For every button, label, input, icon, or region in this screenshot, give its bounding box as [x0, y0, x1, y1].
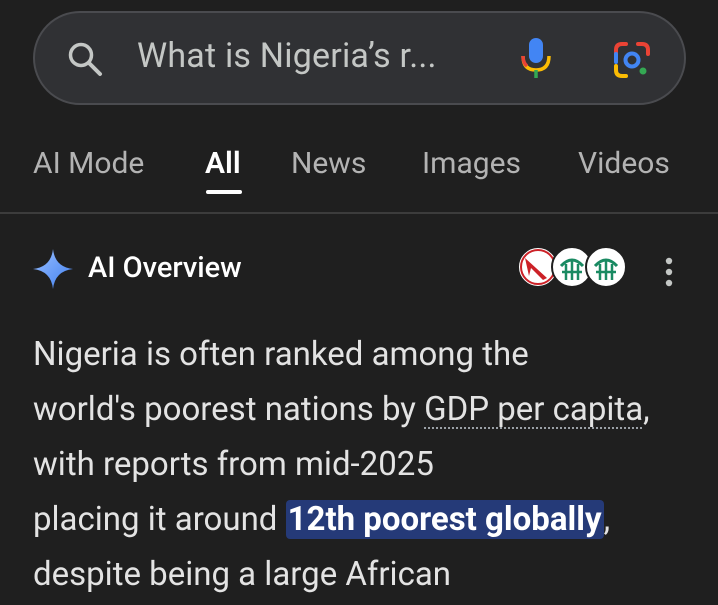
highlighted-text: 12th poorest globally [285, 500, 604, 539]
source-icons[interactable] [517, 246, 627, 288]
search-input[interactable]: What is Nigeria’s r... [137, 36, 437, 76]
ai-overview-title: AI Overview [88, 251, 242, 285]
google-lens-icon[interactable] [612, 40, 652, 80]
ai-overview-body: Nigeria is often ranked among the world'… [33, 327, 693, 602]
ai-overview-header: AI Overview [0, 240, 718, 300]
tabs-divider [0, 212, 718, 214]
active-tab-indicator [206, 190, 242, 194]
body-text: world's poorest nations by [33, 390, 425, 429]
body-text: Nigeria is often ranked among the [33, 335, 529, 374]
more-options-icon[interactable] [662, 257, 676, 287]
sparkle-icon [33, 249, 73, 289]
search-icon[interactable] [66, 40, 106, 80]
mic-icon[interactable] [518, 36, 554, 82]
search-tabs: AI Mode All News Images Videos [0, 140, 718, 212]
source-logo-green-globe[interactable] [585, 246, 627, 288]
tab-videos[interactable]: Videos [578, 146, 670, 181]
body-text: placing it around [33, 500, 286, 539]
tab-ai-mode[interactable]: AI Mode [33, 146, 144, 181]
tab-news[interactable]: News [291, 146, 366, 181]
gdp-per-capita-link[interactable]: GDP per capita [424, 390, 643, 429]
tab-images[interactable]: Images [422, 146, 521, 181]
tab-all[interactable]: All [205, 146, 241, 181]
